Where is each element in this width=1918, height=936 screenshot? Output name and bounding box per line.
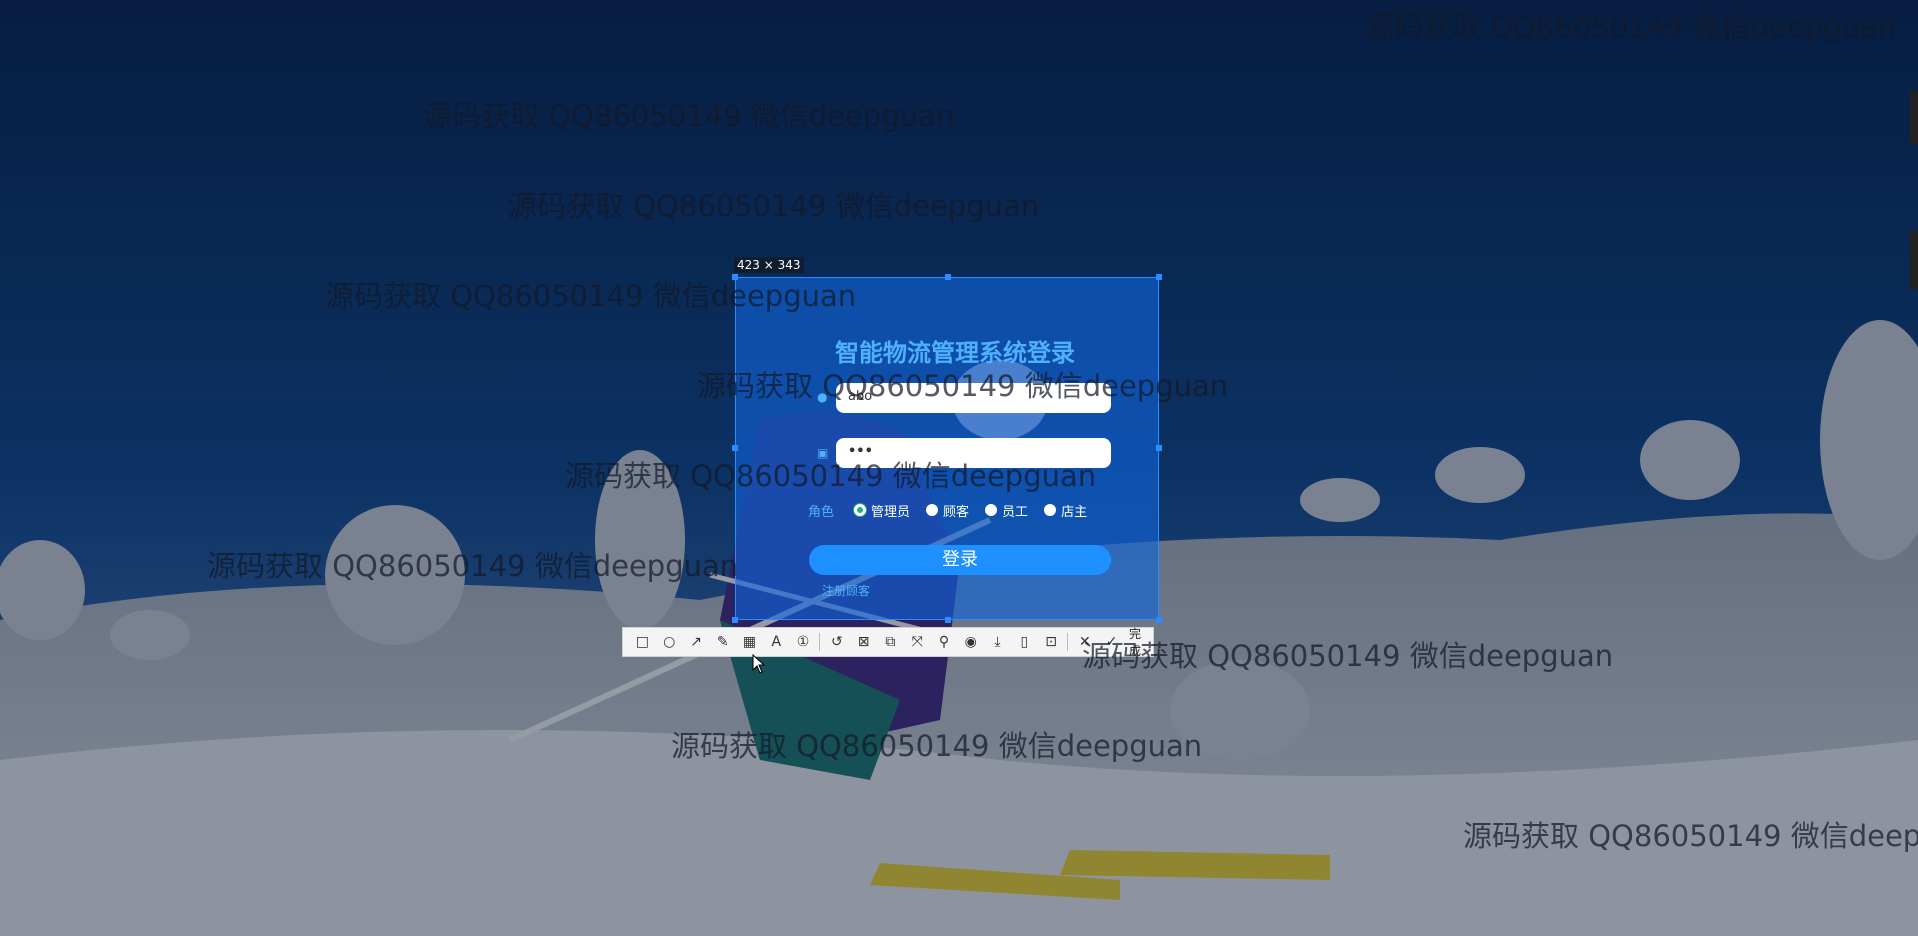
radio-icon[interactable] <box>926 504 939 516</box>
role-radio-group: 角色 管理员 顾客 员工 店主 <box>808 500 1097 520</box>
ocr-icon[interactable]: ⊠ <box>850 629 877 655</box>
watermark-text: 源码获取 QQ86050149 微信deepguan <box>508 189 1040 223</box>
resize-handle[interactable] <box>1156 617 1162 623</box>
download-icon[interactable]: ⤓ <box>984 629 1011 655</box>
translate-icon[interactable]: ⧉ <box>877 629 904 655</box>
resize-handle[interactable] <box>732 617 738 623</box>
pen-icon[interactable]: ✎ <box>709 629 736 655</box>
watermark-text: 源码获取 QQ86050149 微信deepguan <box>325 279 857 313</box>
role-option-customer[interactable]: 顾客 <box>926 501 969 520</box>
long-screenshot-icon[interactable]: ▯ <box>1011 629 1038 655</box>
resize-handle[interactable] <box>945 274 951 280</box>
record-icon[interactable]: ◉ <box>957 629 984 655</box>
role-option-label: 顾客 <box>943 504 970 520</box>
resize-handle[interactable] <box>1156 274 1162 280</box>
scrollbar-edge <box>1910 90 1918 145</box>
watermark-text: 源码获取 QQ86050149 微信deepguan <box>1365 10 1897 44</box>
role-label: 角色 <box>808 504 835 520</box>
role-option-label: 店主 <box>1061 504 1088 520</box>
resize-handle[interactable] <box>945 617 951 623</box>
number-icon[interactable]: ① <box>790 629 817 655</box>
toolbar-divider <box>819 633 821 651</box>
scrollbar-edge <box>1910 230 1918 290</box>
pin-icon[interactable]: ⚲ <box>931 629 958 655</box>
register-link[interactable]: 注册顾客 <box>822 582 870 599</box>
undo-icon[interactable]: ↺ <box>823 629 850 655</box>
watermark-text: 源码获取 QQ86050149 微信deepguan <box>423 99 955 133</box>
watermark-text: 源码获取 QQ86050149 微信deepguan <box>671 729 1203 763</box>
role-option-owner[interactable]: 店主 <box>1044 501 1087 520</box>
mouse-cursor-icon <box>752 654 766 674</box>
resize-handle[interactable] <box>1156 445 1162 451</box>
role-option-admin[interactable]: 管理员 <box>854 501 910 520</box>
watermark-text: 源码获取 QQ86050149 微信deepguan <box>697 369 1229 403</box>
screenshot-toolbar: □ ○ ↗ ✎ ▦ A ① ↺ ⊠ ⧉ ⤧ ⚲ ◉ ⤓ ▯ ⊡ ✕ ✓ 完成 <box>622 627 1154 658</box>
watermark-text: 源码获取 QQ86050149 微信deepguan <box>1082 639 1614 673</box>
watermark-text: 源码获取 QQ86050149 微信deepguan <box>1463 819 1918 853</box>
role-option-label: 员工 <box>1002 504 1029 520</box>
radio-checked-icon[interactable] <box>854 504 867 516</box>
watermark-text: 源码获取 QQ86050149 微信deepguan <box>207 549 739 583</box>
bookmark-icon[interactable]: ⊡ <box>1038 629 1065 655</box>
rectangle-icon[interactable]: □ <box>629 629 656 655</box>
text-icon[interactable]: A <box>763 629 790 655</box>
radio-icon[interactable] <box>985 504 998 516</box>
toolbar-divider <box>1067 633 1069 651</box>
ellipse-icon[interactable]: ○ <box>656 629 683 655</box>
role-option-label: 管理员 <box>871 504 911 520</box>
resize-handle[interactable] <box>732 445 738 451</box>
selection-size-badge: 423 × 343 <box>734 257 804 273</box>
arrow-icon[interactable]: ↗ <box>683 629 710 655</box>
radio-icon[interactable] <box>1044 504 1057 516</box>
mosaic-icon[interactable]: ▦ <box>736 629 763 655</box>
role-option-staff[interactable]: 员工 <box>985 501 1028 520</box>
scroll-capture-icon[interactable]: ⤧ <box>904 629 931 655</box>
watermark-text: 源码获取 QQ86050149 微信deepguan <box>565 459 1097 493</box>
login-button[interactable]: 登录 <box>809 545 1111 575</box>
